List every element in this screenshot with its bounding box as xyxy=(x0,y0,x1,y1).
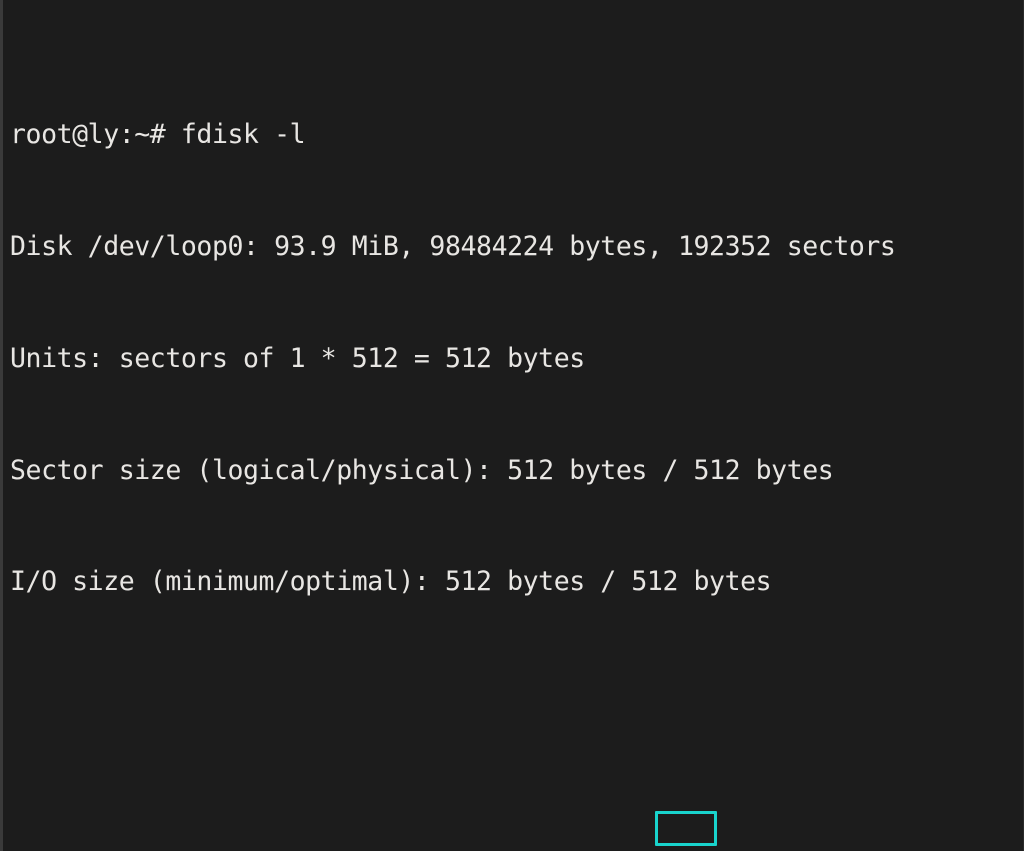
loop0-disk-line: Disk /dev/loop0: 93.9 MiB, 98484224 byte… xyxy=(10,230,896,262)
prompt-line: root@ly:~# fdisk -l xyxy=(10,118,306,150)
loop0-units-line: Units: sectors of 1 * 512 = 512 bytes xyxy=(10,342,585,374)
loop0-io-size-line: I/O size (minimum/optimal): 512 bytes / … xyxy=(10,566,772,598)
terminal-output: root@ly:~# fdisk -l Disk /dev/loop0: 93.… xyxy=(10,4,942,851)
terminal-window[interactable]: root@ly:~# fdisk -l Disk /dev/loop0: 93.… xyxy=(0,0,1024,851)
loop0-sector-size-line: Sector size (logical/physical): 512 byte… xyxy=(10,454,834,486)
